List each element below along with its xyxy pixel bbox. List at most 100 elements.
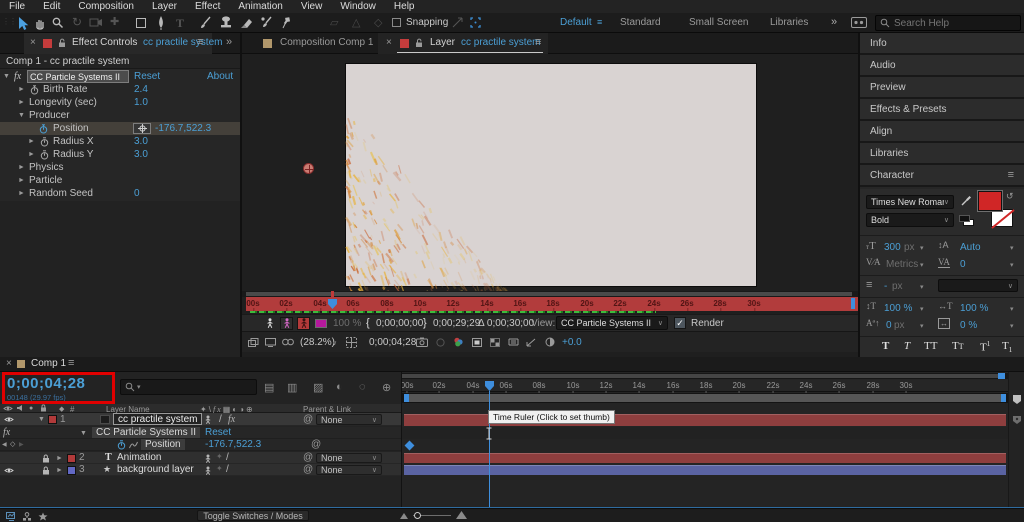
zoom-slider-knob[interactable] [414,512,421,519]
vertical-scale-caret-icon[interactable]: ▾ [920,305,924,313]
lock-icon[interactable] [42,466,50,475]
vertical-scale-value[interactable]: 100 % [884,303,912,314]
unlock-icon[interactable] [58,38,66,48]
kerning-caret-icon[interactable]: ▾ [920,261,924,269]
property-value[interactable]: 3.0 [134,148,148,161]
menu-layer[interactable]: Layer [143,1,186,12]
fill-color-swatch[interactable] [978,191,1002,211]
panel-header-align[interactable]: Align [860,121,1024,143]
panel-header-libraries[interactable]: Libraries [860,143,1024,165]
work-area-thumb[interactable] [404,394,1006,402]
workspace-menu-icon[interactable]: ≡ [597,17,602,27]
type-tool-icon[interactable]: T [176,16,184,31]
property-value[interactable]: 1.0 [134,96,148,109]
property-value[interactable]: 2.4 [134,83,148,96]
effect-about-link[interactable]: About [207,70,233,83]
layer-row-2[interactable]: ► 2 T Animation ✦ / @ None∨ [0,452,401,464]
close-icon[interactable]: × [30,37,36,48]
pan-behind-tool-icon[interactable]: ✚ [110,15,119,28]
position-row[interactable]: ◀ ◇ ▶ Position -176.7,522.3 @ [0,439,401,451]
scrollbar-thumb[interactable] [402,374,1001,378]
menu-help[interactable]: Help [385,1,424,12]
group-label[interactable]: Physics [29,161,63,174]
property-name[interactable]: Position [141,439,185,450]
stroke-color-swatch[interactable] [991,209,1013,227]
zoom-in-mountain-icon[interactable] [456,511,467,519]
snapping-checkbox[interactable] [392,18,401,27]
menu-view[interactable]: View [292,1,332,12]
grid-guides-icon[interactable] [346,337,357,348]
live-update-icon[interactable]: ▥ [287,381,297,394]
close-icon[interactable]: × [386,37,392,48]
eye-icon[interactable] [4,416,14,423]
collapse-icon[interactable]: ▼ [38,416,45,423]
expand-icon[interactable]: ► [18,174,25,187]
layer-row-1[interactable]: ▼ 1 cc practile system / fx @ None∨ [0,413,401,426]
pickwhip-icon[interactable]: @ [303,452,313,463]
expand-icon[interactable]: ► [18,187,25,200]
workspace-switcher-icon[interactable] [851,17,867,28]
font-size-caret-icon[interactable]: ▾ [920,244,924,252]
snapping-label[interactable]: Snapping [406,17,448,28]
workspace-small-screen[interactable]: Small Screen [689,17,748,28]
collapse-switch-icon[interactable]: ✦ [216,464,223,473]
selection-tool-icon[interactable] [16,16,29,30]
stroke-width-caret-icon[interactable]: ▾ [920,283,924,291]
horizontal-scale-value[interactable]: 100 % [960,303,988,314]
rectangle-tool-icon[interactable] [136,18,146,28]
magnification-value[interactable]: (28.2%) [300,337,335,348]
parent-dropdown[interactable]: None∨ [316,453,382,463]
property-label[interactable]: Birth Rate [43,83,87,96]
playhead-marker[interactable] [327,298,338,310]
layer-row-3[interactable]: ► 3 ★ background layer ✦ / @ None∨ [0,464,401,476]
tracking-caret-icon[interactable]: ▾ [1010,261,1014,269]
menu-window[interactable]: Window [331,1,385,12]
stopwatch-icon[interactable] [40,137,49,147]
tracking-value[interactable]: 0 [960,259,966,270]
panel-header-info[interactable]: Info [860,33,1024,55]
timeline-tab-title[interactable]: Comp 1 [31,358,66,369]
effect-controls-tab-title[interactable]: Effect Controls [72,37,137,48]
baseline-shift-value[interactable]: 0 [886,320,892,331]
shy-icon[interactable] [204,466,212,475]
property-value[interactable]: -176.7,522.3 [205,439,261,450]
lock-icon[interactable] [42,454,50,463]
draft-3d-icon[interactable]: ▨ [313,381,323,394]
toolbar-grip[interactable]: ⋮⋮ [2,17,16,26]
zoom-tool-icon[interactable] [52,17,64,29]
effect-reset-link[interactable]: Reset [205,427,231,438]
hand-tool-icon[interactable] [34,17,46,29]
layers-icon[interactable] [248,338,259,347]
workspace-default[interactable]: Default [560,17,592,28]
collapse-icon[interactable]: ▼ [80,430,87,437]
rotate-tool-icon[interactable]: ↻ [72,15,82,29]
eye-icon[interactable] [4,467,14,474]
property-value[interactable]: 3.0 [134,135,148,148]
roto-brush-tool-icon[interactable] [260,16,273,29]
expand-icon[interactable]: ► [28,135,35,148]
effect-reset-link[interactable]: Reset [134,70,160,83]
timeline-h-scrollbar[interactable] [402,373,1008,379]
exposure-value[interactable]: +0.0 [562,337,582,348]
menu-file[interactable]: File [0,1,34,12]
expand-icon[interactable]: ► [18,83,25,96]
playhead-line[interactable] [489,391,490,507]
composition-mini-flowchart-icon[interactable]: ▤ [264,381,274,394]
stopwatch-icon[interactable] [30,85,39,95]
panel-menu-icon[interactable]: ≡ [535,36,541,48]
show-snapshot-icon[interactable] [436,338,445,347]
region-of-interest-swatch[interactable] [315,319,327,328]
motion-blur-icon[interactable]: ⊕ [382,381,391,394]
graph-editor-icon[interactable] [129,441,138,449]
layer-name[interactable]: cc practile system [113,413,202,425]
flowchart-icon[interactable] [22,512,32,521]
pickwhip-icon[interactable]: @ [311,439,321,450]
quality-icon[interactable]: / [226,452,229,463]
property-label[interactable]: Longevity (sec) [29,96,97,109]
faux-italic-button[interactable]: T [904,340,910,352]
tsume-caret-icon[interactable]: ▾ [1010,322,1014,330]
close-icon[interactable]: × [6,358,12,369]
property-value[interactable]: 0 [134,187,140,200]
expand-icon[interactable]: ► [18,161,25,174]
shy-icon[interactable] [204,415,212,424]
